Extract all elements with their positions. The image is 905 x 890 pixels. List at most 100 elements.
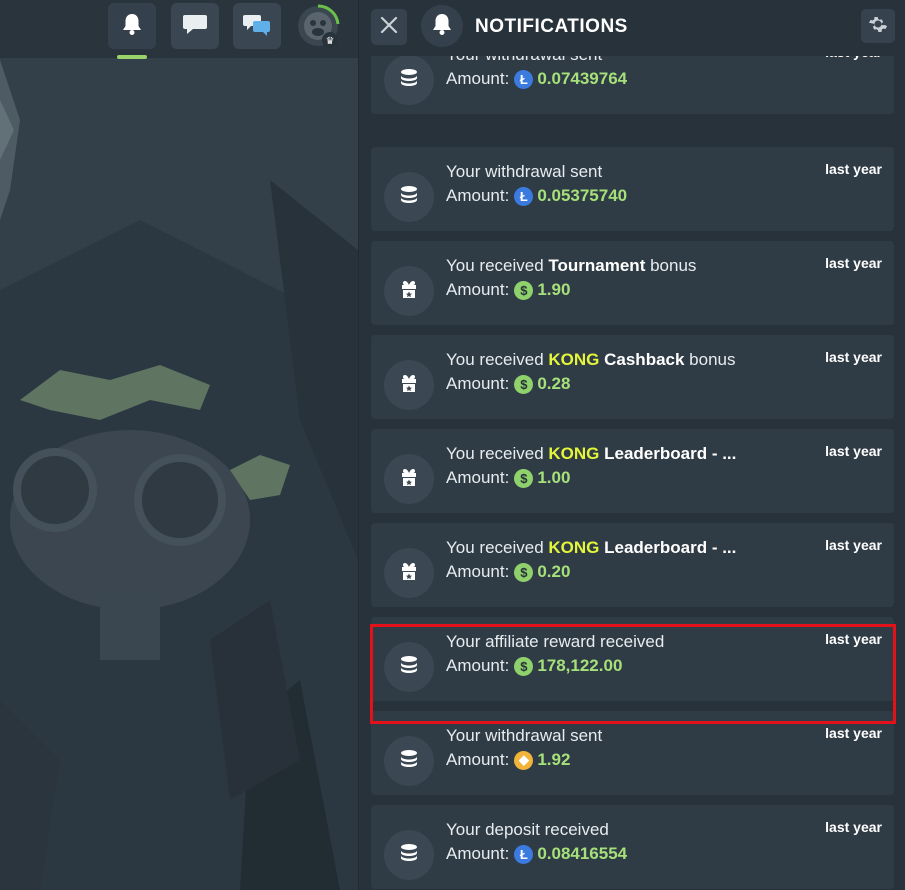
amount-value: 1.92: [537, 750, 571, 769]
amount-label: Amount:: [446, 656, 510, 675]
notification-icon-circle: [384, 56, 434, 105]
amount-value: 0.28: [537, 374, 571, 393]
notification-time: last year: [825, 537, 882, 553]
notification-icon-circle: [384, 548, 434, 598]
active-tab-indicator: [117, 55, 147, 59]
notification-icon-circle: [384, 642, 434, 692]
amount-label: Amount:: [446, 750, 510, 769]
notification-title-part: KONG: [548, 538, 600, 557]
amount-value: 0.20: [537, 562, 571, 581]
amount-label: Amount:: [446, 280, 510, 299]
notification-title: You received KONG Leaderboard - ...: [446, 444, 736, 464]
game-background: [0, 0, 358, 890]
notification-title-part: Your withdrawal sent: [446, 56, 602, 64]
notification-amount: Amount: $178,122.00: [446, 656, 622, 676]
notification-title: Your withdrawal sent: [446, 56, 602, 65]
notification-time: last year: [825, 443, 882, 459]
bnb-coin-icon: ◆: [514, 750, 534, 770]
header-bell: [421, 5, 463, 47]
amount-label: Amount:: [446, 468, 510, 487]
notifications-panel: NOTIFICATIONS Your withdrawal sent Amount…: [358, 0, 905, 890]
notification-title-part: Your withdrawal sent: [446, 726, 603, 745]
notification-amount: Amount: Ł 0.07439764: [446, 69, 627, 89]
settings-button[interactable]: [861, 9, 895, 43]
gift-icon: [398, 466, 420, 493]
notification-title-part: KONG: [548, 444, 600, 463]
bell-icon: [429, 11, 455, 42]
amount-value: 178,122.00: [537, 656, 623, 675]
notification-title-part: bonus: [645, 256, 697, 275]
notification-card[interactable]: You received KONG Leaderboard - ... Amoun…: [371, 523, 894, 607]
notification-title: Your withdrawal sent: [446, 726, 602, 746]
coins-icon: [398, 655, 420, 680]
notification-icon-circle: [384, 736, 434, 786]
notification-card[interactable]: You received KONG Cashback bonus Amount: $…: [371, 335, 894, 419]
amount-label: Amount:: [446, 562, 510, 581]
ltc-coin-icon: Ł: [514, 844, 534, 864]
notification-title: Your withdrawal sent: [446, 162, 602, 182]
notification-title-part: KONG: [548, 350, 600, 369]
chat-bubbles-icon: [242, 11, 272, 42]
notification-time: last year: [825, 161, 882, 177]
usd-coin-icon: $: [514, 374, 534, 394]
notification-icon-circle: [384, 266, 434, 316]
notification-card[interactable]: Your withdrawal sent Amount:Ł0.07439764 la…: [371, 56, 894, 114]
usd-coin-icon: $: [514, 656, 534, 676]
panel-header: NOTIFICATIONS: [359, 0, 905, 56]
notification-card[interactable]: Your affiliate reward received Amount: $17…: [371, 617, 894, 701]
notification-time: last year: [825, 56, 882, 60]
amount-label: Amount:: [446, 374, 510, 393]
gift-icon: [398, 372, 420, 399]
notification-title-part: Leaderboard - ...: [604, 444, 737, 463]
svg-text:♛: ♛: [326, 36, 335, 47]
usd-coin-icon: $: [514, 468, 534, 488]
notification-amount: Amount: Ł 0.05375740: [446, 186, 627, 206]
notification-title-part: Your deposit received: [446, 820, 609, 839]
notification-time: last year: [825, 255, 882, 271]
chat-bubble-icon: [181, 11, 209, 42]
notification-title: You received Tournament bonus: [446, 256, 696, 276]
amount-label: Amount:: [446, 69, 510, 88]
notification-amount: Amount: $0.28: [446, 374, 570, 394]
notification-amount: Amount: Ł 0.08416554: [446, 844, 627, 864]
ltc-coin-icon: Ł: [514, 69, 534, 89]
close-icon: [380, 16, 398, 39]
notification-amount: Amount: $1.90: [446, 280, 570, 300]
top-bar: ♛: [0, 0, 358, 59]
messages-button[interactable]: [233, 3, 281, 49]
notification-card[interactable]: Your withdrawal sent Amount: ◆ 1.92 last yea…: [371, 711, 894, 795]
profile-avatar-button[interactable]: ♛: [296, 2, 342, 50]
notification-icon-circle: [384, 172, 434, 222]
coins-icon: [398, 68, 420, 93]
chat-button[interactable]: [171, 3, 219, 49]
notification-card[interactable]: Your deposit received Amount: Ł 0.08416554 l…: [371, 805, 894, 889]
amount-value: 1.00: [537, 468, 571, 487]
notification-card[interactable]: Your withdrawal sent Amount: Ł 0.05375740 la…: [371, 147, 894, 231]
notification-time: last year: [825, 819, 882, 835]
notification-amount: Amount: ◆ 1.92: [446, 750, 570, 770]
notification-title-part: Your withdrawal sent: [446, 162, 603, 181]
notification-title-part: You received: [446, 350, 549, 369]
notifications-bell-button[interactable]: [108, 3, 156, 49]
notification-title: You received KONG Cashback bonus: [446, 350, 736, 370]
notification-title: Your affiliate reward received: [446, 632, 664, 652]
notifications-list[interactable]: Your withdrawal sent Amount:Ł0.07439764 la…: [359, 56, 905, 890]
notification-time: last year: [825, 725, 882, 741]
amount-value: 1.90: [537, 280, 571, 299]
gear-icon: [868, 14, 888, 39]
notification-title-part: Tournament: [548, 256, 646, 275]
notification-title-part: You received: [446, 444, 549, 463]
notification-title: Your deposit received: [446, 820, 609, 840]
notification-amount: Amount: $0.20: [446, 562, 570, 582]
notification-card[interactable]: You received Tournament bonus Amount: $1.9…: [371, 241, 894, 325]
notification-title-part: You received: [446, 256, 549, 275]
coins-icon: [398, 843, 420, 868]
gift-icon: [398, 278, 420, 305]
notification-title-part: Cashback: [604, 350, 685, 369]
notification-card[interactable]: You received KONG Leaderboard - ... Amoun…: [371, 429, 894, 513]
amount-value: 0.08416554: [537, 844, 628, 863]
notification-title-part: bonus: [684, 350, 736, 369]
panel-title: NOTIFICATIONS: [475, 16, 628, 37]
close-button[interactable]: [371, 9, 407, 45]
amount-label: Amount:: [446, 186, 510, 205]
